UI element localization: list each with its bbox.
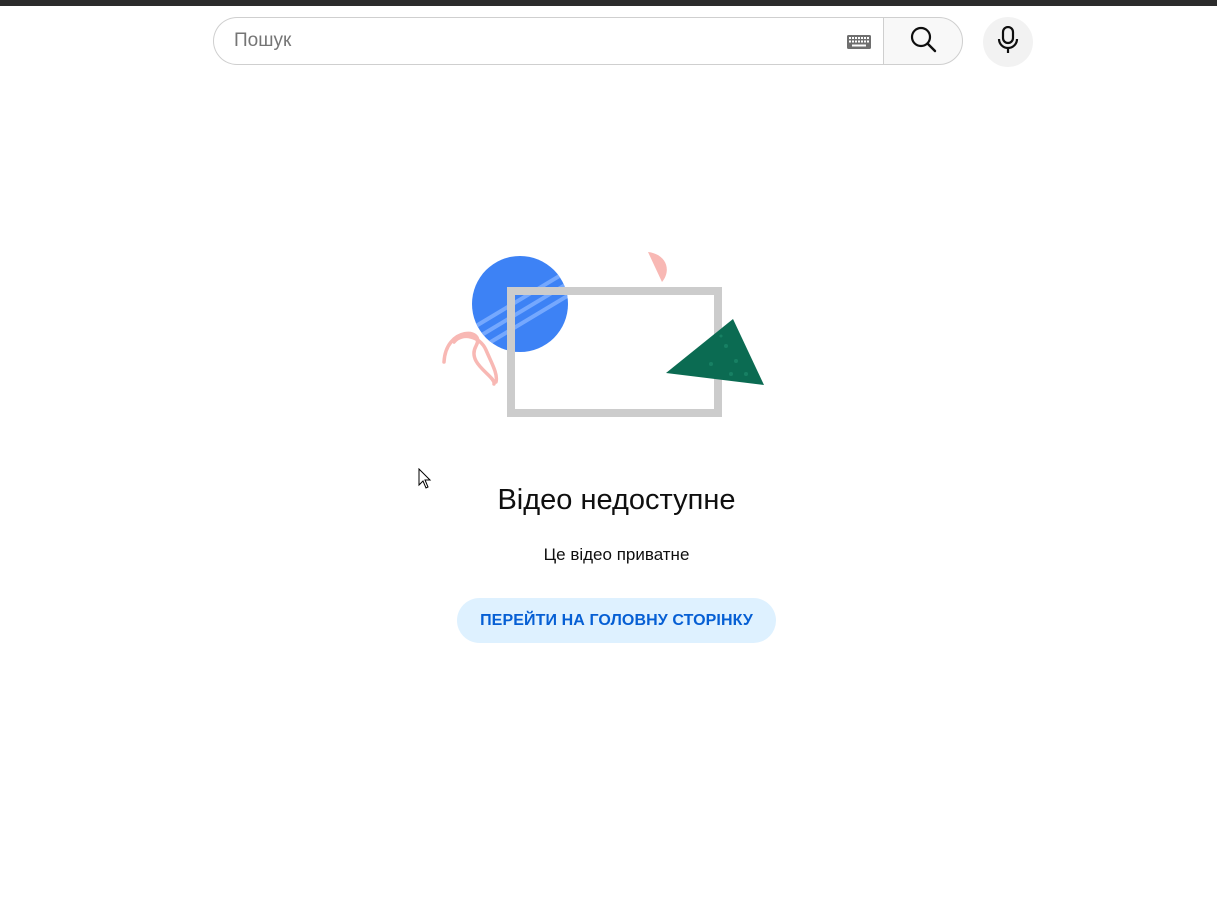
search-box[interactable] [213,17,883,65]
keyboard-icon[interactable] [847,35,871,49]
error-title: Відео недоступне [497,484,736,516]
search-input[interactable] [234,18,834,64]
top-bar [0,0,1217,6]
search-icon [909,25,937,58]
voice-search-button[interactable] [983,17,1033,67]
search-button[interactable] [883,17,963,65]
go-to-homepage-button[interactable]: ПЕРЕЙТИ НА ГОЛОВНУ СТОРІНКУ [457,598,776,643]
error-message: Це відео приватне [543,545,690,564]
microphone-icon [996,25,1020,59]
video-unavailable-illustration [436,246,776,426]
